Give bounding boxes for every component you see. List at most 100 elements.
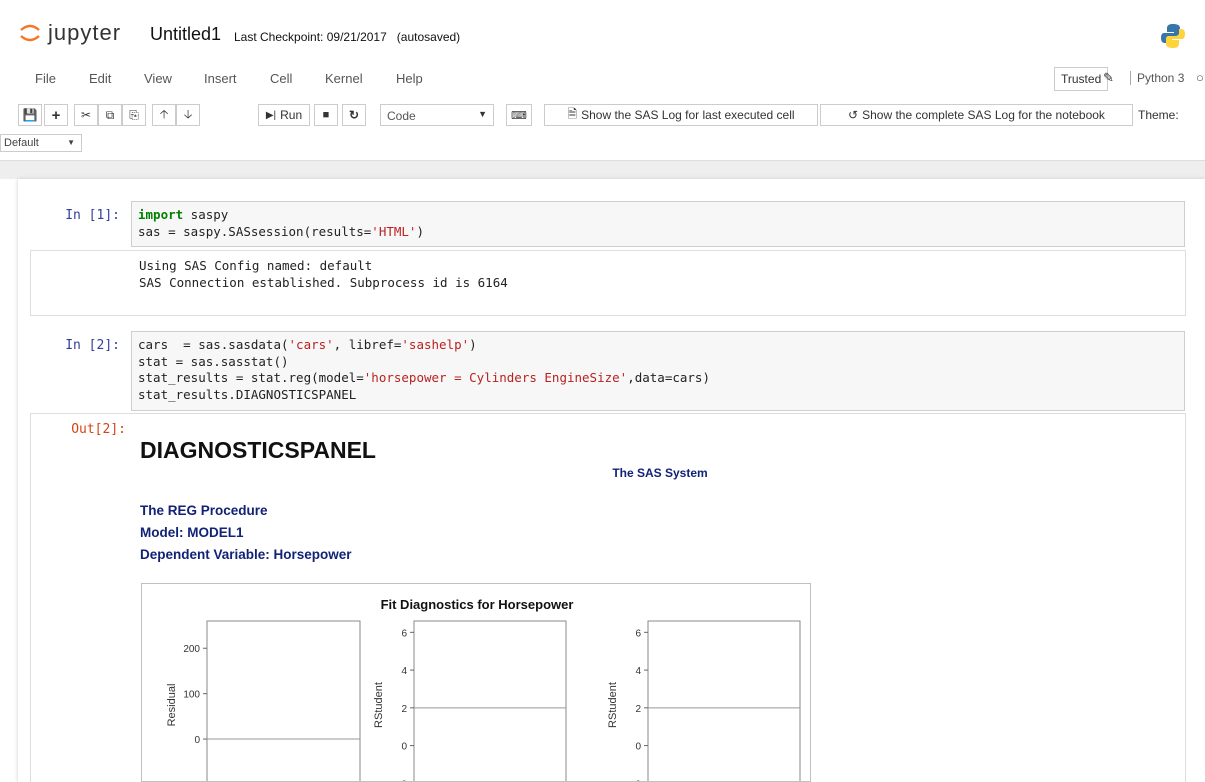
toolbar: 💾 + ✂ ⧉ ⎘ 🡡 🡣 ▶| Run ■ ↻ Code ▼ ⌨ 🗎 Show… xyxy=(18,104,1205,130)
sas-system-title: The SAS System xyxy=(612,466,708,480)
plot-frame xyxy=(413,620,567,781)
cell-2-code-editor[interactable]: cars = sas.sasdata('cars', libref='sashe… xyxy=(131,331,1185,411)
menu-cell[interactable]: Cell xyxy=(270,71,292,86)
code-token: 'horsepower = Cylinders EngineSize' xyxy=(363,370,628,385)
cell-2-input-prompt: In [2]: xyxy=(65,338,120,353)
menu-view[interactable]: View xyxy=(144,71,172,86)
sas-log-all-label: Show the complete SAS Log for the notebo… xyxy=(862,108,1105,122)
kernel-name[interactable]: Python 3 xyxy=(1130,71,1184,85)
code-token: 'sashelp' xyxy=(401,337,470,352)
restart-button[interactable]: ↻ xyxy=(342,104,366,126)
python-logo-icon xyxy=(1159,22,1187,55)
y-tick-label: 2 xyxy=(635,704,641,715)
cut-button[interactable]: ✂ xyxy=(74,104,98,126)
step-forward-icon: ▶| xyxy=(265,109,277,121)
y-axis-label: RStudent xyxy=(607,682,619,728)
y-tick-label: 0 xyxy=(401,742,407,753)
cell-type-select[interactable]: Code ▼ xyxy=(380,104,494,126)
restart-icon: ↻ xyxy=(348,108,360,122)
checkpoint-status: Last Checkpoint: 09/21/2017 (autosaved) xyxy=(234,30,460,44)
sas-log-all-button[interactable]: ↺ Show the complete SAS Log for the note… xyxy=(820,104,1133,126)
insert-cell-button[interactable]: + xyxy=(44,104,68,126)
y-tick-label: 4 xyxy=(635,666,641,677)
cell-type-value: Code xyxy=(387,109,416,123)
keyboard-icon: ⌨ xyxy=(511,109,527,122)
copy-icon: ⧉ xyxy=(105,107,115,122)
interrupt-button[interactable]: ■ xyxy=(314,104,338,126)
paste-icon: ⎘ xyxy=(129,107,139,122)
chart-panels: 200 100 0 -100 Residual 6 4 2 0 -2 RStudent 6 4 2 0 -2 R… xyxy=(166,620,801,781)
run-label: Run xyxy=(280,108,303,122)
chevron-down-icon: ▼ xyxy=(478,109,487,119)
menu-insert[interactable]: Insert xyxy=(204,71,237,86)
output-line: SAS Connection established. Subprocess i… xyxy=(139,275,508,290)
y-axis-label: Residual xyxy=(166,684,178,727)
jupyter-logo[interactable]: jupyter xyxy=(18,20,121,46)
menu-bar: File Edit View Insert Cell Kernel Help T… xyxy=(18,66,1205,92)
menu-help[interactable]: Help xyxy=(396,71,423,86)
cell-1-code-editor[interactable]: import saspy sas = saspy.SASsession(resu… xyxy=(131,201,1185,247)
jupyter-logo-icon xyxy=(20,24,40,42)
scissors-icon: ✂ xyxy=(80,108,92,122)
plot-frame xyxy=(647,620,801,781)
cell-1-input-prompt: In [1]: xyxy=(65,208,120,223)
chart-title: Fit Diagnostics for Horsepower xyxy=(381,597,574,612)
diagnostics-panel-svg: Fit Diagnostics for Horsepower 2001000-1… xyxy=(166,597,801,781)
menu-file[interactable]: File xyxy=(35,71,56,86)
theme-value: Default xyxy=(4,137,39,149)
paste-button[interactable]: ⎘ xyxy=(122,104,146,126)
trusted-indicator[interactable]: Trusted xyxy=(1054,67,1109,91)
theme-label: Theme: xyxy=(1138,108,1179,122)
save-icon: 💾 xyxy=(22,108,38,122)
plus-icon: + xyxy=(51,106,61,124)
copy-button[interactable]: ⧉ xyxy=(98,104,122,126)
checkpoint-text: Last Checkpoint: 09/21/2017 xyxy=(234,30,387,44)
chevron-down-icon: ▼ xyxy=(67,138,75,147)
move-up-button[interactable]: 🡡 xyxy=(152,104,176,126)
model-line: Model: MODEL1 xyxy=(140,525,244,540)
sas-log-last-label: Show the SAS Log for last executed cell xyxy=(581,108,795,122)
y-tick-label: -2 xyxy=(632,779,641,781)
move-down-button[interactable]: 🡣 xyxy=(176,104,200,126)
output-line: Using SAS Config named: default xyxy=(139,258,373,273)
procedure-info: The REG Procedure Model: MODEL1 Dependen… xyxy=(140,500,352,566)
y-tick-label: 0 xyxy=(635,742,641,753)
edit-pencil-icon[interactable]: ✎ xyxy=(1103,70,1114,86)
menu-edit[interactable]: Edit xyxy=(89,71,111,86)
notebook-title[interactable]: Untitled1 xyxy=(150,24,221,45)
y-tick-label: 6 xyxy=(635,628,641,639)
autosave-text: (autosaved) xyxy=(396,30,461,44)
y-tick-label: 4 xyxy=(401,666,407,677)
history-icon: ↺ xyxy=(848,108,859,122)
command-palette-button[interactable]: ⌨ xyxy=(506,104,532,126)
code-token: 'cars' xyxy=(288,337,334,352)
kernel-status-icon: ○ xyxy=(1196,70,1204,85)
code-token: import xyxy=(138,207,184,222)
cell-2-output-prompt: Out[2]: xyxy=(71,422,126,437)
stop-icon: ■ xyxy=(322,109,330,121)
y-tick-label: 6 xyxy=(401,628,407,639)
code-token: 'HTML' xyxy=(371,223,417,239)
jupyter-logo-text: jupyter xyxy=(48,20,122,45)
notebook-header: jupyter Untitled1 Last Checkpoint: 09/21… xyxy=(0,0,1205,161)
sas-log-last-button[interactable]: 🗎 Show the SAS Log for last executed cel… xyxy=(544,104,818,126)
diagnostics-panel-chart: Fit Diagnostics for Horsepower 2001000-1… xyxy=(141,583,811,782)
dependent-variable-line: Dependent Variable: Horsepower xyxy=(140,547,352,562)
y-tick-label: -2 xyxy=(398,779,407,781)
y-axis-label: RStudent xyxy=(373,682,385,728)
menu-kernel[interactable]: Kernel xyxy=(325,71,363,86)
procedure-line: The REG Procedure xyxy=(140,503,268,518)
theme-select[interactable]: Default ▼ xyxy=(0,134,82,152)
y-tick-label: 200 xyxy=(183,644,200,655)
notebook-gutter xyxy=(0,161,1205,179)
arrow-down-icon: 🡣 xyxy=(183,106,193,121)
y-tick-label: 2 xyxy=(401,704,407,715)
cell-1-output-text: Using SAS Config named: default SAS Conn… xyxy=(139,257,508,291)
y-tick-label: 100 xyxy=(183,690,200,701)
arrow-up-icon: 🡡 xyxy=(159,106,169,121)
plot-frame xyxy=(206,620,361,781)
run-button[interactable]: ▶| Run xyxy=(258,104,310,126)
top-bar: jupyter Untitled1 Last Checkpoint: 09/21… xyxy=(18,18,1205,58)
y-tick-label: 0 xyxy=(194,735,200,746)
save-button[interactable]: 💾 xyxy=(18,104,42,126)
